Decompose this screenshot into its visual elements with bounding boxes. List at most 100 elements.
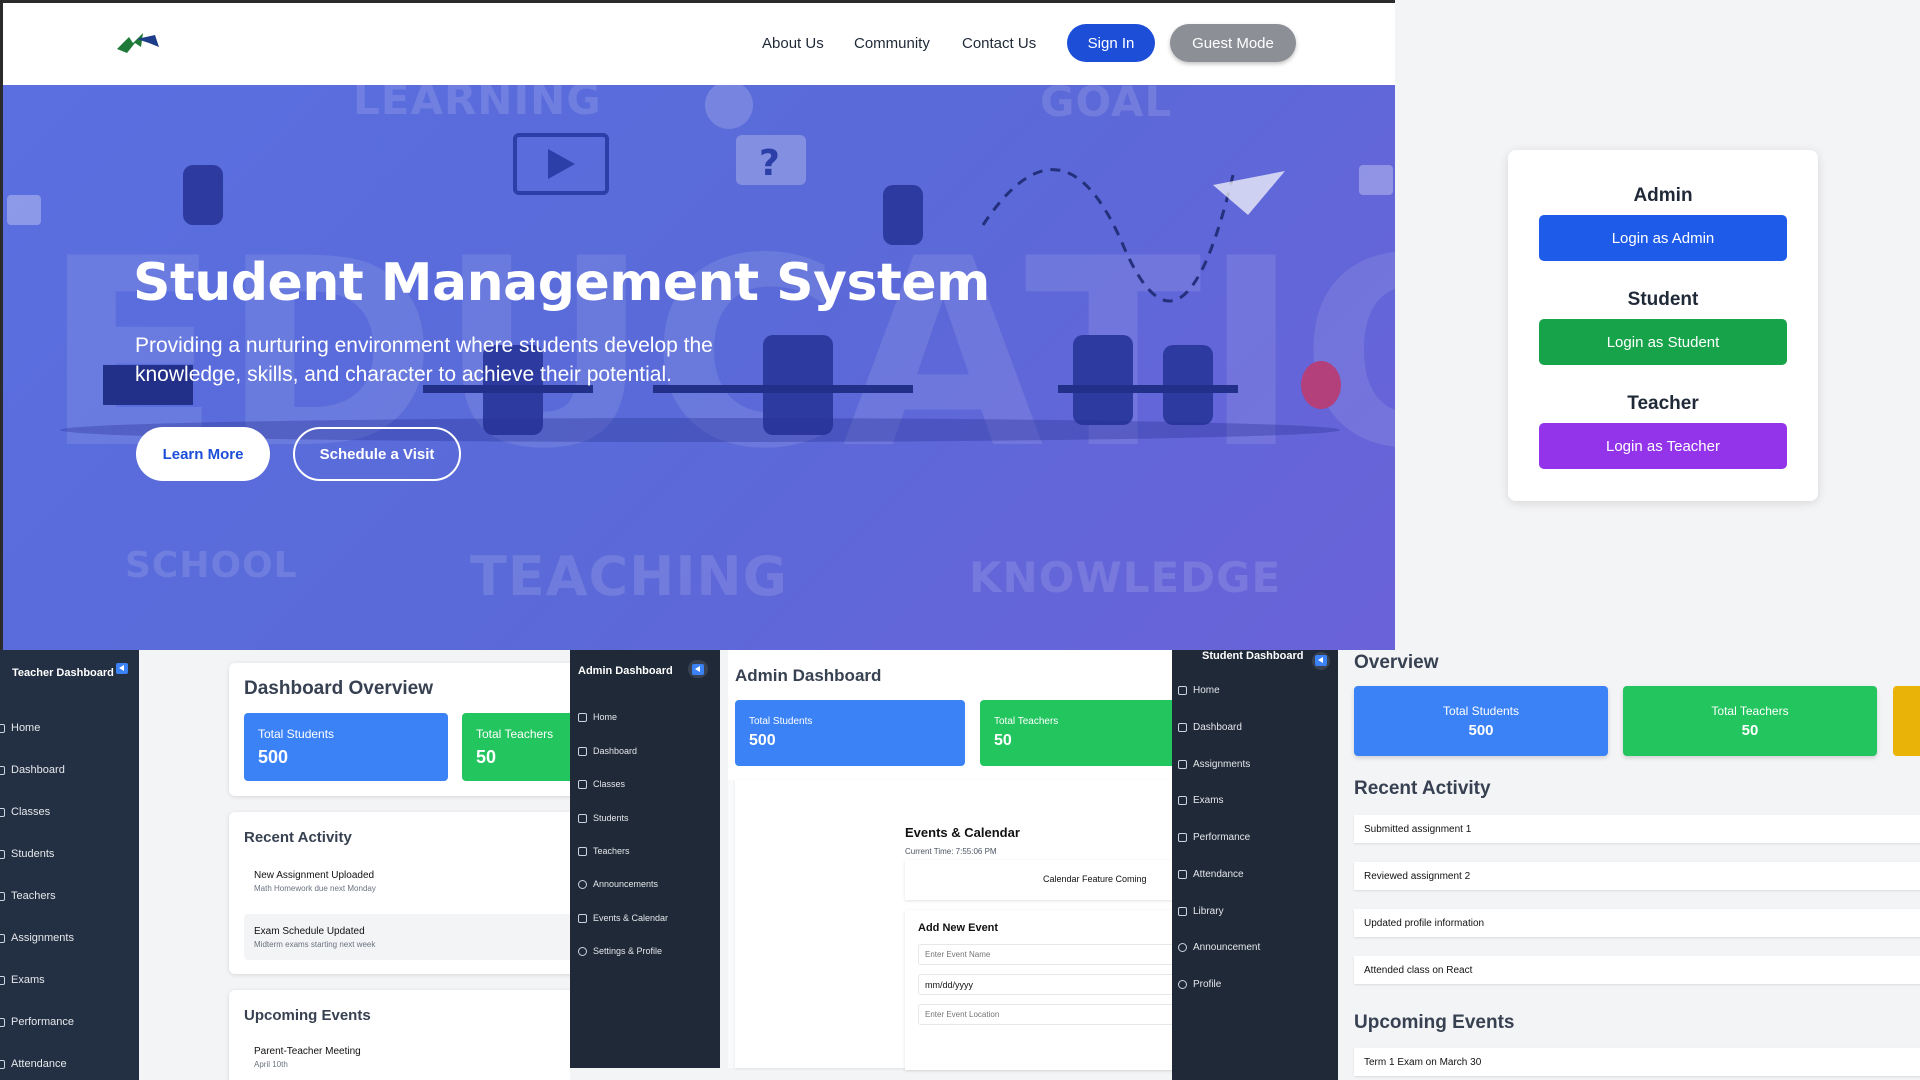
sidebar-item-settings[interactable]: Settings & Profile <box>578 946 662 956</box>
calendar-icon <box>578 913 587 923</box>
chart-icon <box>0 1017 5 1027</box>
sidebar-item-label: Home <box>1193 685 1220 696</box>
hero-title: Student Management System <box>133 253 990 313</box>
sidebar-item-label: Dashboard <box>1193 722 1242 733</box>
nav-about-link[interactable]: About Us <box>762 35 824 52</box>
sidebar-item-classes[interactable]: Classes <box>578 779 625 789</box>
hero-section: LEARNING GOAL EDUCATION SCHOOL TEACHING … <box>3 85 1395 650</box>
sidebar-item-students[interactable]: Students <box>578 813 629 823</box>
book-icon <box>0 975 5 985</box>
sidebar-item-assignments[interactable]: Assignments <box>1178 759 1250 770</box>
sidebar-item-home[interactable]: Home <box>1178 685 1220 696</box>
sidebar-item-home[interactable]: Home <box>0 722 40 734</box>
student-overview-title: Overview <box>1354 652 1439 673</box>
schedule-visit-button[interactable]: Schedule a Visit <box>293 427 461 481</box>
sidebar-item-label: Students <box>11 848 55 860</box>
sidebar-item-label: Classes <box>11 806 51 818</box>
document-icon <box>1178 760 1187 769</box>
sidebar-item-announcement[interactable]: Announcement <box>1178 942 1260 953</box>
activity-text: Reviewed assignment 2 <box>1364 871 1471 882</box>
login-admin-button[interactable]: Login as Admin <box>1539 215 1787 261</box>
landing-page: About Us Community Contact Us Sign In Gu… <box>0 0 1395 650</box>
stat-card-teachers: Total Teachers 50 <box>980 700 1172 766</box>
list-item: Exam Schedule Updated Midterm exams star… <box>244 914 570 960</box>
book-icon <box>1178 796 1187 805</box>
event-location-input[interactable] <box>918 1004 1172 1025</box>
student-dashboard-panel: Student Dashboard Home Dashboard Assignm… <box>1172 650 1920 1080</box>
sidebar-item-assignments[interactable]: Assignments <box>0 932 74 944</box>
user-icon <box>0 891 5 901</box>
sidebar-item-exams[interactable]: Exams <box>0 974 45 986</box>
sidebar-item-label: Library <box>1193 906 1224 917</box>
collapse-button[interactable] <box>1312 652 1330 670</box>
sidebar-item-performance[interactable]: Performance <box>0 1016 74 1028</box>
sidebar-item-exams[interactable]: Exams <box>1178 795 1224 806</box>
home-icon <box>0 723 5 733</box>
sidebar-item-announcements[interactable]: Announcements <box>578 879 658 889</box>
sidebar-item-dashboard[interactable]: Dashboard <box>578 746 637 756</box>
gear-icon <box>1178 980 1187 989</box>
sidebar-item-attendance[interactable]: Attendance <box>1178 869 1244 880</box>
sidebar-item-attendance[interactable]: Attendance <box>0 1058 67 1070</box>
event-text: Term 1 Exam on March 30 <box>1364 1057 1482 1068</box>
activity-text: Attended class on React <box>1364 965 1473 976</box>
sidebar-item-label: Events & Calendar <box>593 913 669 923</box>
chart-icon <box>1178 723 1187 732</box>
login-teacher-button[interactable]: Login as Teacher <box>1539 423 1787 469</box>
recent-activity-title: Recent Activity <box>244 829 352 846</box>
collapse-button[interactable] <box>688 660 708 678</box>
nav-contact-link[interactable]: Contact Us <box>962 35 1036 52</box>
classes-icon <box>0 807 5 817</box>
stat-value: 500 <box>258 747 289 767</box>
list-item: Term 1 Exam on March 30 <box>1354 1048 1920 1076</box>
nav-community-link[interactable]: Community <box>854 35 930 52</box>
sidebar-item-events[interactable]: Events & Calendar <box>578 913 668 923</box>
sidebar-item-label: Assignments <box>11 932 74 944</box>
sidebar-item-students[interactable]: Students <box>0 848 54 860</box>
student-sidebar: Student Dashboard Home Dashboard Assignm… <box>1172 650 1338 1080</box>
sidebar-item-library[interactable]: Library <box>1178 906 1224 917</box>
sidebar-item-label: Announcements <box>593 879 659 889</box>
learn-more-button[interactable]: Learn More <box>136 427 270 481</box>
list-item: Updated profile information <box>1354 909 1920 937</box>
activity-sub: Math Homework due next Monday <box>254 884 376 893</box>
sidebar-item-profile[interactable]: Profile <box>1178 979 1221 990</box>
sidebar-item-label: Performance <box>1193 832 1251 843</box>
stat-card-teachers: Total Teachers 50 <box>462 713 570 781</box>
sign-in-button[interactable]: Sign In <box>1067 24 1155 62</box>
stat-label: Total Students <box>1442 704 1520 718</box>
stat-card-students: Total Students 500 <box>735 700 965 766</box>
sidebar-item-label: Home <box>11 722 41 734</box>
sidebar-item-label: Assignments <box>1193 759 1251 770</box>
chart-icon <box>578 746 587 756</box>
event-title: Parent-Teacher Meeting <box>254 1046 361 1057</box>
sidebar-item-label: Settings & Profile <box>593 946 663 956</box>
stat-value: 500 <box>749 732 776 749</box>
sidebar-item-label: Exams <box>1193 795 1224 806</box>
sidebar-item-label: Performance <box>11 1016 74 1028</box>
sidebar-item-home[interactable]: Home <box>578 712 617 722</box>
list-item: Submitted assignment 1 <box>1354 815 1920 843</box>
logo-icon[interactable] <box>115 29 163 57</box>
sidebar-item-dashboard[interactable]: Dashboard <box>1178 722 1242 733</box>
top-nav: About Us Community Contact Us Sign In Gu… <box>3 3 1395 85</box>
guest-mode-button[interactable]: Guest Mode <box>1170 24 1296 62</box>
sidebar-item-label: Dashboard <box>11 764 65 776</box>
events-card: Events & Calendar Current Time: 7:55:06 … <box>735 780 1172 1070</box>
sidebar-item-dashboard[interactable]: Dashboard <box>0 764 65 776</box>
event-date-input[interactable]: mm/dd/yyyy <box>918 974 1172 995</box>
upcoming-events-card: Upcoming Events Parent-Teacher Meeting A… <box>229 990 570 1080</box>
list-item: Reviewed assignment 2 <box>1354 862 1920 890</box>
stat-card-students: Total Students 500 <box>1354 686 1608 756</box>
login-student-button[interactable]: Login as Student <box>1539 319 1787 365</box>
collapse-icon <box>1315 655 1327 666</box>
event-name-input[interactable] <box>918 944 1172 965</box>
sidebar-item-performance[interactable]: Performance <box>1178 832 1250 843</box>
sidebar-item-classes[interactable]: Classes <box>0 806 50 818</box>
sidebar-item-teachers[interactable]: Teachers <box>0 890 56 902</box>
admin-sidebar: Admin Dashboard Home Dashboard Classes S… <box>570 650 720 1068</box>
sidebar-item-label: Profile <box>1193 979 1222 990</box>
users-icon <box>0 849 5 859</box>
collapse-icon[interactable] <box>116 663 128 674</box>
sidebar-item-teachers[interactable]: Teachers <box>578 846 630 856</box>
